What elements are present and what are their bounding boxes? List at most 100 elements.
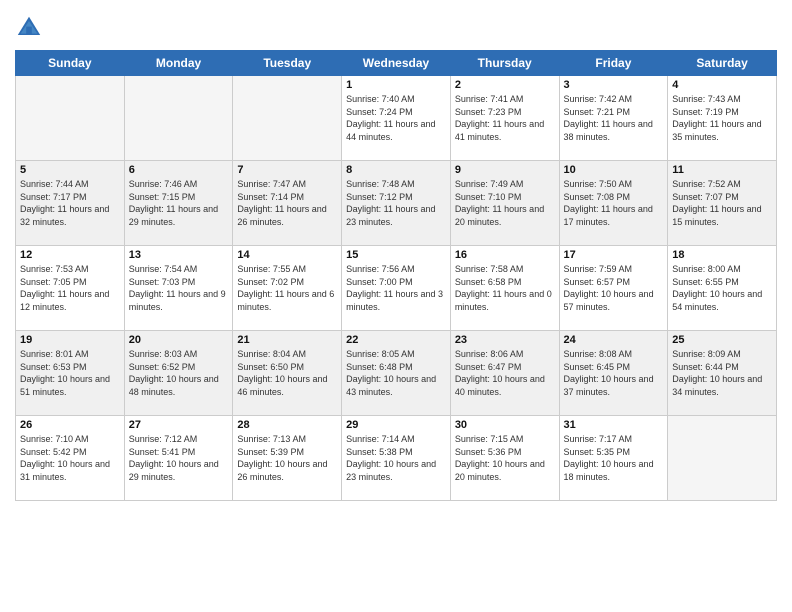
- header: [15, 10, 777, 42]
- day-number: 8: [346, 164, 446, 176]
- calendar-day-cell: 23 Sunrise: 8:06 AMSunset: 6:47 PMDayligh…: [450, 331, 559, 416]
- day-number: 11: [672, 164, 772, 176]
- day-number: 6: [129, 164, 229, 176]
- calendar-day-cell: 30 Sunrise: 7:15 AMSunset: 5:36 PMDayligh…: [450, 416, 559, 501]
- day-number: 15: [346, 249, 446, 261]
- day-info: Sunrise: 7:41 AMSunset: 7:23 PMDaylight:…: [455, 93, 555, 143]
- logo-icon: [15, 14, 43, 42]
- calendar-day-cell: 16 Sunrise: 7:58 AMSunset: 6:58 PMDayligh…: [450, 246, 559, 331]
- day-number: 9: [455, 164, 555, 176]
- calendar-day-cell: 25Sunrise: 8:09 AMSunset: 6:44 PMDayligh…: [668, 331, 777, 416]
- day-info: Sunrise: 8:01 AMSunset: 6:53 PMDaylight:…: [20, 348, 120, 398]
- calendar-week-row: 19 Sunrise: 8:01 AMSunset: 6:53 PMDayligh…: [16, 331, 777, 416]
- day-info: Sunrise: 7:53 AMSunset: 7:05 PMDaylight:…: [20, 263, 120, 313]
- day-info: Sunrise: 8:00 AMSunset: 6:55 PMDaylight:…: [672, 263, 772, 313]
- calendar-day-cell: 13Sunrise: 7:54 AMSunset: 7:03 PMDayligh…: [124, 246, 233, 331]
- day-info: Sunrise: 7:58 AMSunset: 6:58 PMDaylight:…: [455, 263, 555, 313]
- calendar-day-cell: 8 Sunrise: 7:48 AMSunset: 7:12 PMDaylight…: [342, 161, 451, 246]
- day-number: 17: [564, 249, 664, 261]
- day-info: Sunrise: 8:03 AMSunset: 6:52 PMDaylight:…: [129, 348, 229, 398]
- day-info: Sunrise: 7:49 AMSunset: 7:10 PMDaylight:…: [455, 178, 555, 228]
- weekday-header-thursday: Thursday: [450, 51, 559, 76]
- logo: [15, 14, 45, 42]
- day-info: Sunrise: 7:14 AMSunset: 5:38 PMDaylight:…: [346, 433, 446, 483]
- day-info: Sunrise: 7:56 AMSunset: 7:00 PMDaylight:…: [346, 263, 446, 313]
- day-info: Sunrise: 7:43 AMSunset: 7:19 PMDaylight:…: [672, 93, 772, 143]
- calendar-day-cell: [233, 76, 342, 161]
- day-number: 27: [129, 419, 229, 431]
- weekday-header-monday: Monday: [124, 51, 233, 76]
- day-info: Sunrise: 7:44 AMSunset: 7:17 PMDaylight:…: [20, 178, 120, 228]
- calendar-day-cell: 31 Sunrise: 7:17 AMSunset: 5:35 PMDayligh…: [559, 416, 668, 501]
- weekday-header-wednesday: Wednesday: [342, 51, 451, 76]
- calendar-day-cell: 22Sunrise: 8:05 AMSunset: 6:48 PMDayligh…: [342, 331, 451, 416]
- calendar-day-cell: 18 Sunrise: 8:00 AMSunset: 6:55 PMDayligh…: [668, 246, 777, 331]
- weekday-header-tuesday: Tuesday: [233, 51, 342, 76]
- day-number: 23: [455, 334, 555, 346]
- day-info: Sunrise: 7:59 AMSunset: 6:57 PMDaylight:…: [564, 263, 664, 313]
- calendar-day-cell: 9 Sunrise: 7:49 AMSunset: 7:10 PMDaylight…: [450, 161, 559, 246]
- calendar-day-cell: [16, 76, 125, 161]
- calendar-day-cell: 3 Sunrise: 7:42 AMSunset: 7:21 PMDaylight…: [559, 76, 668, 161]
- calendar-day-cell: 6Sunrise: 7:46 AMSunset: 7:15 PMDaylight…: [124, 161, 233, 246]
- calendar-day-cell: 29 Sunrise: 7:14 AMSunset: 5:38 PMDayligh…: [342, 416, 451, 501]
- calendar-day-cell: 14 Sunrise: 7:55 AMSunset: 7:02 PMDayligh…: [233, 246, 342, 331]
- day-info: Sunrise: 7:15 AMSunset: 5:36 PMDaylight:…: [455, 433, 555, 483]
- calendar-day-cell: 11 Sunrise: 7:52 AMSunset: 7:07 PMDayligh…: [668, 161, 777, 246]
- day-info: Sunrise: 8:08 AMSunset: 6:45 PMDaylight:…: [564, 348, 664, 398]
- day-info: Sunrise: 7:50 AMSunset: 7:08 PMDaylight:…: [564, 178, 664, 228]
- calendar-day-cell: 24 Sunrise: 8:08 AMSunset: 6:45 PMDayligh…: [559, 331, 668, 416]
- day-info: Sunrise: 7:48 AMSunset: 7:12 PMDaylight:…: [346, 178, 446, 228]
- calendar-week-row: 12Sunrise: 7:53 AMSunset: 7:05 PMDayligh…: [16, 246, 777, 331]
- day-info: Sunrise: 7:40 AMSunset: 7:24 PMDaylight:…: [346, 93, 446, 143]
- day-number: 20: [129, 334, 229, 346]
- day-number: 10: [564, 164, 664, 176]
- calendar-day-cell: 17 Sunrise: 7:59 AMSunset: 6:57 PMDayligh…: [559, 246, 668, 331]
- day-number: 25: [672, 334, 772, 346]
- day-number: 28: [237, 419, 337, 431]
- calendar-day-cell: 4 Sunrise: 7:43 AMSunset: 7:19 PMDaylight…: [668, 76, 777, 161]
- day-number: 31: [564, 419, 664, 431]
- calendar-page: SundayMondayTuesdayWednesdayThursdayFrid…: [0, 0, 792, 612]
- weekday-header-saturday: Saturday: [668, 51, 777, 76]
- calendar-day-cell: 5Sunrise: 7:44 AMSunset: 7:17 PMDaylight…: [16, 161, 125, 246]
- calendar-day-cell: 27 Sunrise: 7:12 AMSunset: 5:41 PMDayligh…: [124, 416, 233, 501]
- day-number: 29: [346, 419, 446, 431]
- day-number: 24: [564, 334, 664, 346]
- day-info: Sunrise: 7:17 AMSunset: 5:35 PMDaylight:…: [564, 433, 664, 483]
- day-info: Sunrise: 7:55 AMSunset: 7:02 PMDaylight:…: [237, 263, 337, 313]
- calendar-day-cell: [124, 76, 233, 161]
- day-number: 18: [672, 249, 772, 261]
- day-info: Sunrise: 7:42 AMSunset: 7:21 PMDaylight:…: [564, 93, 664, 143]
- calendar-day-cell: 12Sunrise: 7:53 AMSunset: 7:05 PMDayligh…: [16, 246, 125, 331]
- calendar-day-cell: 19 Sunrise: 8:01 AMSunset: 6:53 PMDayligh…: [16, 331, 125, 416]
- day-number: 30: [455, 419, 555, 431]
- day-number: 14: [237, 249, 337, 261]
- day-info: Sunrise: 7:12 AMSunset: 5:41 PMDaylight:…: [129, 433, 229, 483]
- day-number: 19: [20, 334, 120, 346]
- calendar-day-cell: 2 Sunrise: 7:41 AMSunset: 7:23 PMDaylight…: [450, 76, 559, 161]
- calendar-day-cell: 28 Sunrise: 7:13 AMSunset: 5:39 PMDayligh…: [233, 416, 342, 501]
- weekday-header-friday: Friday: [559, 51, 668, 76]
- day-info: Sunrise: 7:52 AMSunset: 7:07 PMDaylight:…: [672, 178, 772, 228]
- day-number: 2: [455, 79, 555, 91]
- day-info: Sunrise: 7:13 AMSunset: 5:39 PMDaylight:…: [237, 433, 337, 483]
- day-number: 7: [237, 164, 337, 176]
- day-info: Sunrise: 8:06 AMSunset: 6:47 PMDaylight:…: [455, 348, 555, 398]
- calendar-day-cell: 15 Sunrise: 7:56 AMSunset: 7:00 PMDayligh…: [342, 246, 451, 331]
- calendar-day-cell: 26Sunrise: 7:10 AMSunset: 5:42 PMDayligh…: [16, 416, 125, 501]
- calendar-day-cell: [668, 416, 777, 501]
- day-number: 3: [564, 79, 664, 91]
- calendar-table: SundayMondayTuesdayWednesdayThursdayFrid…: [15, 50, 777, 501]
- calendar-day-cell: 7 Sunrise: 7:47 AMSunset: 7:14 PMDaylight…: [233, 161, 342, 246]
- day-info: Sunrise: 7:10 AMSunset: 5:42 PMDaylight:…: [20, 433, 120, 483]
- day-number: 4: [672, 79, 772, 91]
- weekday-header-row: SundayMondayTuesdayWednesdayThursdayFrid…: [16, 51, 777, 76]
- calendar-day-cell: 21Sunrise: 8:04 AMSunset: 6:50 PMDayligh…: [233, 331, 342, 416]
- day-number: 1: [346, 79, 446, 91]
- calendar-week-row: 1 Sunrise: 7:40 AMSunset: 7:24 PMDaylight…: [16, 76, 777, 161]
- day-number: 16: [455, 249, 555, 261]
- day-info: Sunrise: 7:54 AMSunset: 7:03 PMDaylight:…: [129, 263, 229, 313]
- day-info: Sunrise: 7:47 AMSunset: 7:14 PMDaylight:…: [237, 178, 337, 228]
- calendar-day-cell: 10 Sunrise: 7:50 AMSunset: 7:08 PMDayligh…: [559, 161, 668, 246]
